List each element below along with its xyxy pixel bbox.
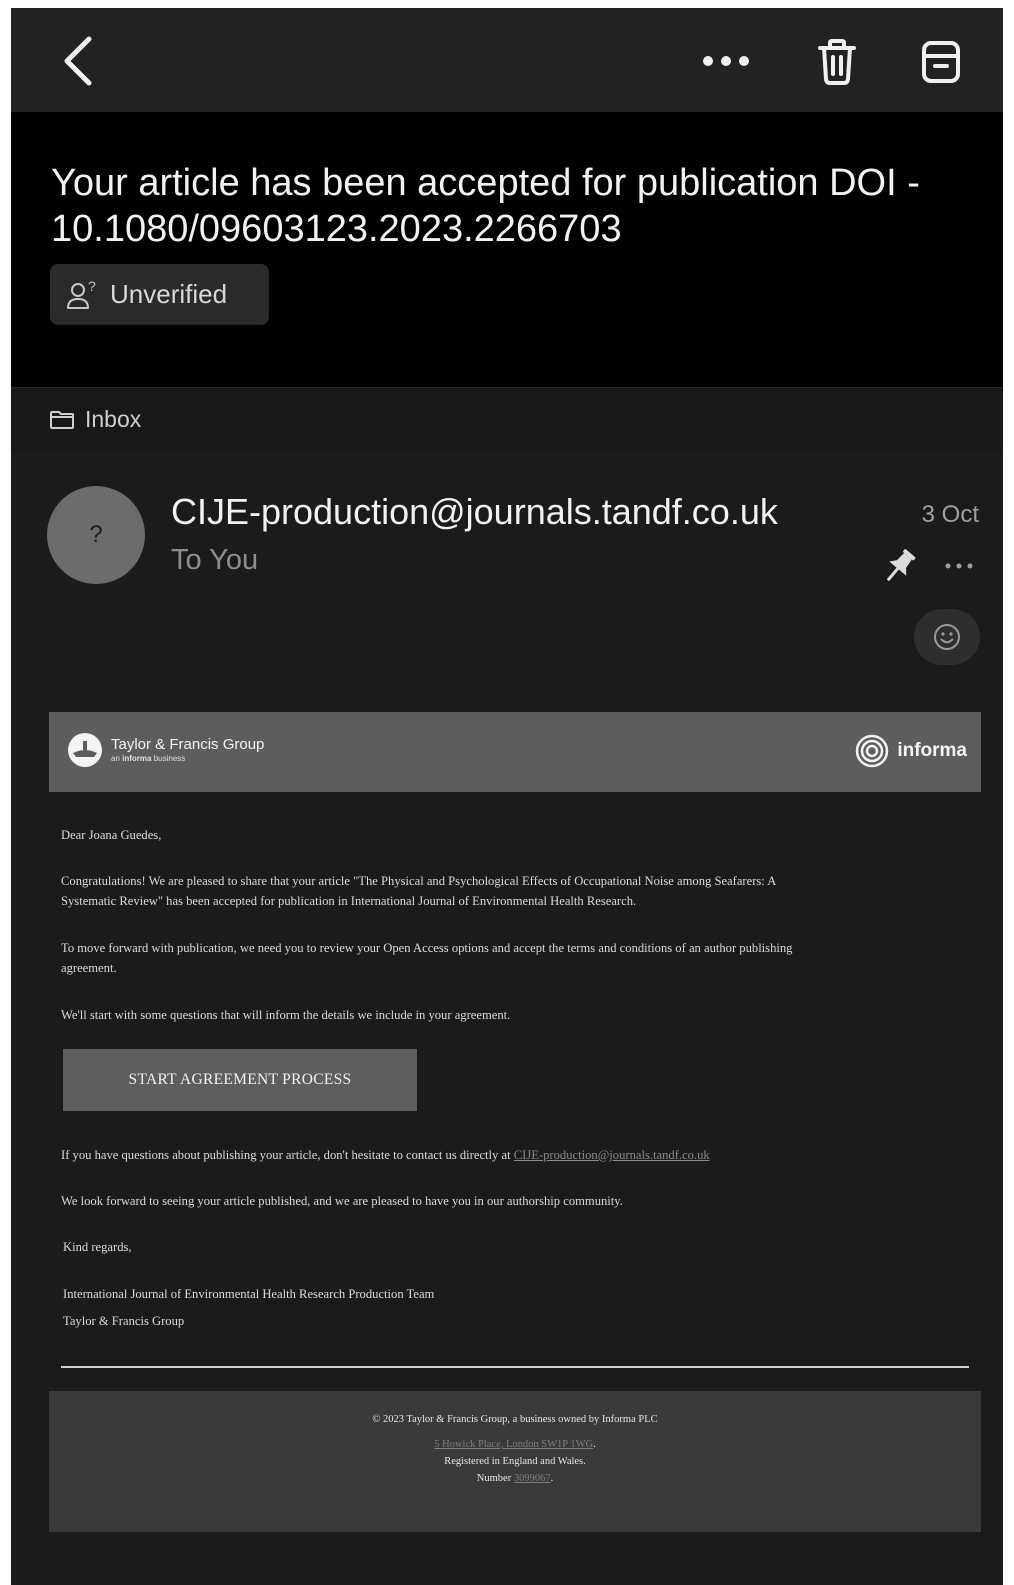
- contact-paragraph: If you have questions about publishing y…: [61, 1148, 710, 1162]
- footer-copyright: © 2023 Taylor & Francis Group, a busines…: [372, 1414, 658, 1425]
- email-banner: Taylor & Francis Group an informa busine…: [49, 712, 981, 792]
- email-subject: Your article has been accepted for publi…: [51, 160, 981, 252]
- footer-number-link[interactable]: 3099067: [514, 1473, 551, 1484]
- congratulations-paragraph: Congratulations! We are pleased to share…: [61, 874, 777, 908]
- trash-icon: [818, 39, 856, 85]
- publishing-agreement-paragraph: To move forward with publication, we nee…: [61, 941, 793, 975]
- start-agreement-button[interactable]: START AGREEMENT PROCESS: [63, 1049, 417, 1111]
- recipient-line[interactable]: To You: [171, 544, 258, 577]
- contact-email-link[interactable]: CIJE-production@journals.tandf.co.uk: [514, 1148, 710, 1162]
- more-horizontal-icon: [703, 56, 749, 66]
- folder-row[interactable]: Inbox: [11, 387, 1003, 451]
- more-options-button[interactable]: [691, 38, 761, 84]
- svg-text:?: ?: [88, 279, 96, 294]
- pin-button[interactable]: [877, 547, 921, 587]
- delete-button[interactable]: [807, 32, 867, 92]
- unverified-person-icon: ?: [67, 279, 96, 309]
- message-date: 3 Oct: [921, 501, 979, 528]
- archive-icon: [922, 41, 960, 83]
- sender-avatar[interactable]: ?: [47, 486, 145, 584]
- add-reaction-button[interactable]: [914, 609, 980, 665]
- top-toolbar: [11, 8, 1003, 112]
- brand-name: Taylor & Francis Group: [111, 736, 265, 753]
- email-footer: © 2023 Taylor & Francis Group, a busines…: [49, 1391, 981, 1532]
- pin-icon: [887, 549, 916, 581]
- unverified-label: Unverified: [110, 279, 228, 309]
- archive-button[interactable]: [911, 32, 971, 92]
- footer-address-link[interactable]: 5 Howick Place, London SW1P 1WG: [434, 1439, 593, 1450]
- avatar-initial: ?: [89, 521, 103, 548]
- footer-number-line: Number 3099067.: [476, 1473, 554, 1484]
- folder-label: Inbox: [85, 406, 142, 432]
- regards: Kind regards,: [63, 1240, 132, 1254]
- informa-logo: informa: [855, 734, 967, 768]
- greeting: Dear Joana Guedes,: [61, 828, 162, 842]
- taylor-francis-logo: Taylor & Francis Group an informa busine…: [67, 732, 264, 768]
- chevron-left-icon: [64, 36, 92, 86]
- footer-registered: Registered in England and Wales.: [444, 1456, 586, 1467]
- footer-divider: [61, 1366, 969, 1368]
- more-horizontal-icon: [945, 563, 973, 569]
- email-app-window: Your article has been accepted for publi…: [11, 8, 1003, 1585]
- signature-company: Taylor & Francis Group: [63, 1314, 185, 1328]
- subject-header: Your article has been accepted for publi…: [11, 112, 1003, 387]
- partner-name: informa: [897, 740, 967, 761]
- brand-tagline: an informa business: [111, 754, 186, 763]
- taylor-francis-emblem-icon: [68, 733, 102, 767]
- unverified-badge[interactable]: ? Unverified: [50, 264, 269, 325]
- subject-line-1: Your article has been accepted for publi…: [51, 162, 920, 204]
- back-button[interactable]: [51, 30, 107, 92]
- smiley-icon: [934, 624, 960, 650]
- message-view: ? CIJE-production@journals.tandf.co.uk T…: [11, 451, 1003, 1585]
- sender-address[interactable]: CIJE-production@journals.tandf.co.uk: [171, 491, 778, 533]
- folder-icon: [50, 410, 74, 429]
- subject-line-2: 10.1080/09603123.2023.2266703: [51, 208, 622, 250]
- message-more-button[interactable]: [939, 551, 979, 581]
- informa-emblem-icon: [856, 734, 889, 768]
- closing-paragraph: We look forward to seeing your article p…: [61, 1194, 623, 1208]
- footer-address-line: 5 Howick Place, London SW1P 1WG.: [434, 1439, 596, 1450]
- questions-paragraph: We'll start with some questions that wil…: [61, 1008, 511, 1022]
- signature-team: International Journal of Environmental H…: [63, 1287, 435, 1301]
